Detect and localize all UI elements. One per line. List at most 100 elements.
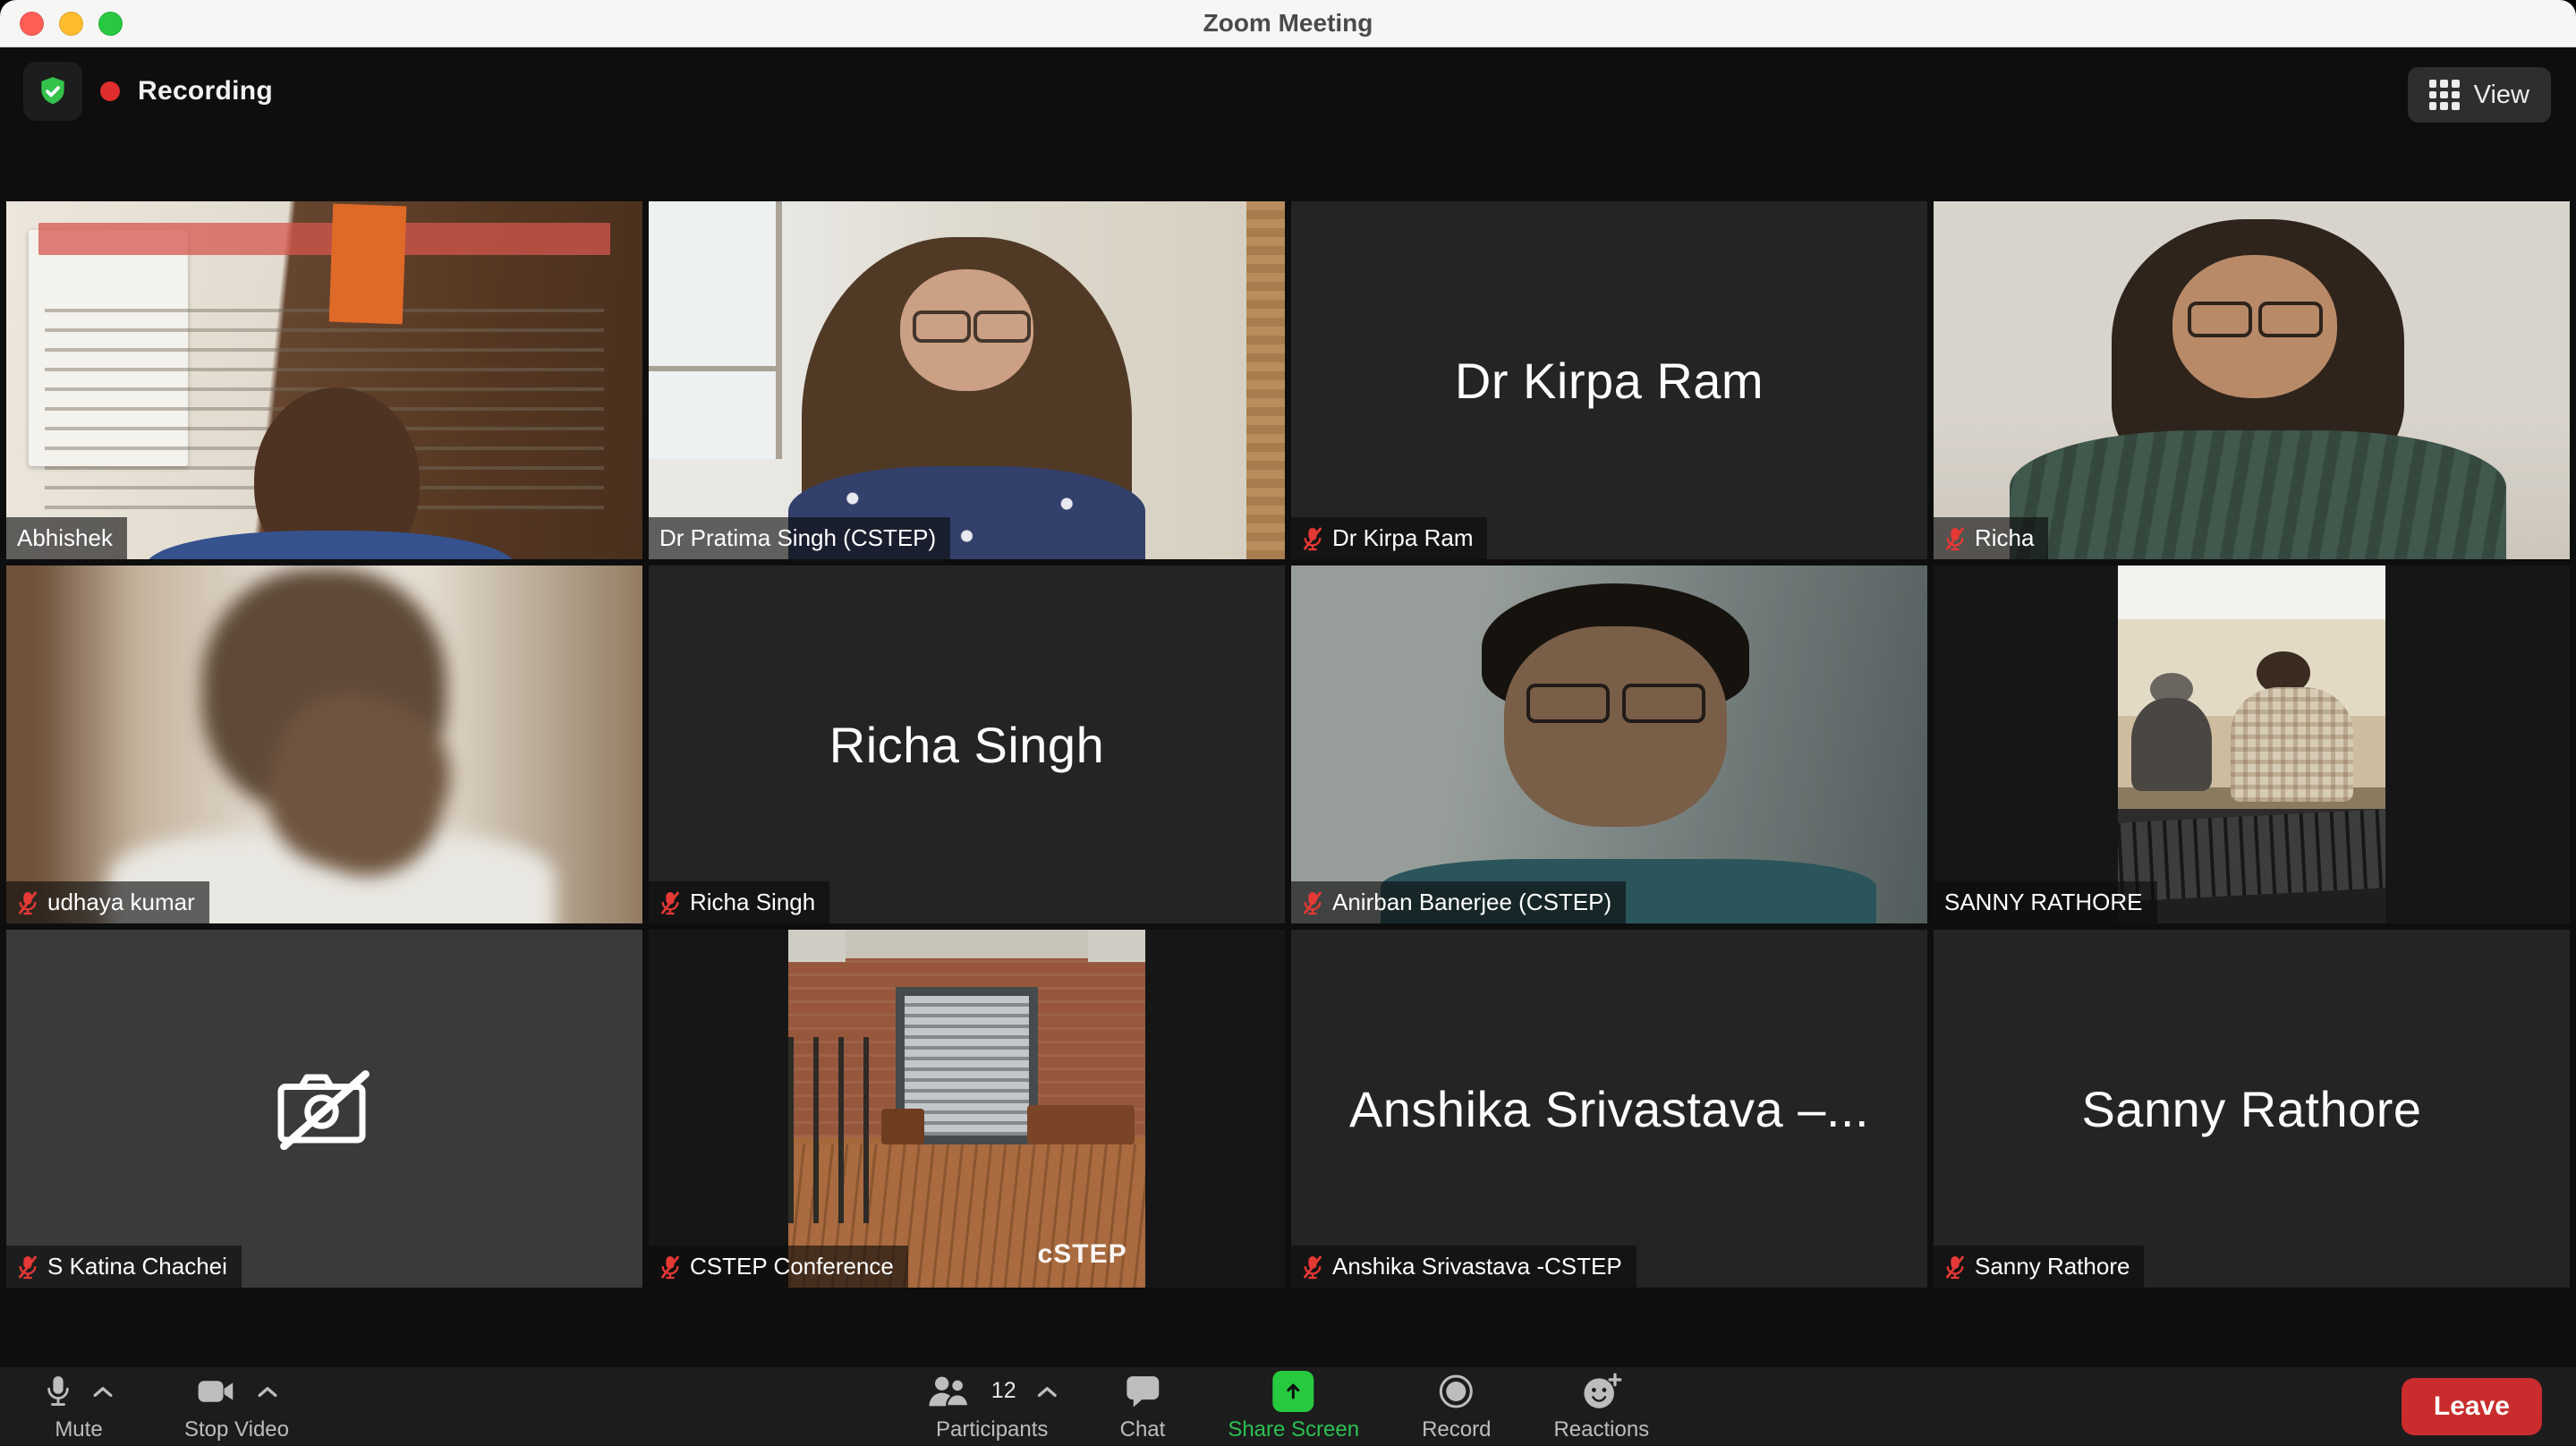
muted-mic-icon (1302, 890, 1323, 915)
muted-mic-icon (659, 890, 681, 915)
chat-button[interactable]: Chat (1101, 1372, 1186, 1442)
close-window-button[interactable] (20, 12, 44, 36)
glasses-right-lens (2258, 302, 2323, 337)
chevron-up-icon[interactable] (1038, 1385, 1058, 1398)
glasses-left-lens (913, 310, 971, 343)
video-feed (2118, 566, 2385, 923)
name-tag-text: S Katina Chachei (47, 1254, 227, 1280)
recording-dot-icon (100, 81, 120, 101)
reactions-label: Reactions (1553, 1417, 1649, 1442)
participant-tile-anshika[interactable]: Anshika Srivastava –... Anshika Srivasta… (1291, 930, 1927, 1288)
chat-label: Chat (1120, 1417, 1166, 1442)
participant-tile-abhishek[interactable]: Abhishek (6, 201, 642, 559)
participant-tile-richa-singh[interactable]: Richa Singh Richa Singh (649, 566, 1285, 923)
name-tag-text: Dr Pratima Singh (CSTEP) (659, 525, 936, 551)
participants-button[interactable]: 12 Participants (907, 1372, 1077, 1442)
camera-off-icon (275, 1067, 375, 1150)
meeting-controls: 12 Participants Chat Share Screen (907, 1367, 1669, 1446)
sky-corner-right (1088, 930, 1145, 962)
shield-check-icon (36, 74, 70, 108)
orange-box (328, 204, 405, 325)
person-sweater (2010, 430, 2506, 559)
participants-count: 12 (991, 1378, 1016, 1404)
keyboard (2118, 809, 2385, 903)
bench-right (1027, 1105, 1134, 1144)
meeting-header: Recording View (0, 47, 2576, 201)
video-feed: cSTEP (788, 930, 1144, 1288)
participant-tile-anirban[interactable]: Anirban Banerjee (CSTEP) (1291, 566, 1927, 923)
view-button[interactable]: View (2408, 67, 2551, 123)
display-name: Dr Kirpa Ram (1291, 201, 1927, 559)
mute-button[interactable]: Mute (25, 1372, 132, 1442)
zoom-meeting-window: Zoom Meeting Recording View (0, 0, 2576, 1446)
name-tag: Anirban Banerjee (CSTEP) (1291, 881, 1626, 923)
meeting-toolbar: Mute Stop Video 12 Participants (0, 1367, 2576, 1446)
mute-label: Mute (55, 1417, 102, 1442)
muted-mic-icon (1302, 1255, 1323, 1280)
bamboo-blind (1246, 201, 1285, 559)
name-tag: S Katina Chachei (6, 1246, 242, 1288)
video-feed (6, 201, 642, 559)
name-tag-text: Richa Singh (690, 889, 815, 915)
recording-label: Recording (138, 76, 273, 106)
chevron-up-icon[interactable] (258, 1385, 277, 1398)
fullscreen-window-button[interactable] (98, 12, 123, 36)
scene-shade (1291, 566, 1927, 923)
cstep-logo-watermark: cSTEP (1038, 1239, 1127, 1270)
reactions-smiley-icon (1581, 1373, 1622, 1410)
traffic-lights (20, 12, 123, 36)
blurred-scene (6, 566, 642, 923)
name-tag: Sanny Rathore (1934, 1246, 2144, 1288)
window-bar (649, 366, 776, 371)
chevron-up-icon[interactable] (93, 1385, 113, 1398)
reactions-button[interactable]: Reactions (1534, 1372, 1669, 1442)
name-tag: Dr Kirpa Ram (1291, 517, 1487, 559)
muted-mic-icon (659, 1255, 681, 1280)
record-button[interactable]: Record (1402, 1372, 1510, 1442)
stop-video-button[interactable]: Stop Video (165, 1372, 309, 1442)
railing (788, 1037, 874, 1223)
share-screen-icon (1273, 1371, 1314, 1412)
share-screen-label: Share Screen (1228, 1417, 1359, 1442)
calendar-header (38, 223, 611, 255)
name-tag: Richa Singh (649, 881, 829, 923)
minimize-window-button[interactable] (59, 12, 83, 36)
name-tag-text: Anirban Banerjee (CSTEP) (1332, 889, 1611, 915)
muted-mic-icon (1944, 1255, 1966, 1280)
share-screen-button[interactable]: Share Screen (1208, 1372, 1379, 1442)
name-tag: CSTEP Conference (649, 1246, 908, 1288)
security-shield-button[interactable] (23, 62, 82, 121)
name-tag: udhaya kumar (6, 881, 209, 923)
participant-tile-sanny-caps[interactable]: SANNY RATHORE (1934, 566, 2570, 923)
muted-mic-icon (1944, 526, 1966, 551)
glasses-right-lens (973, 310, 1032, 343)
participant-tile-kirpa[interactable]: Dr Kirpa Ram Dr Kirpa Ram (1291, 201, 1927, 559)
name-tag: Dr Pratima Singh (CSTEP) (649, 517, 950, 559)
window-title: Zoom Meeting (0, 9, 2576, 38)
participant-tile-sanny[interactable]: Sanny Rathore Sanny Rathore (1934, 930, 2570, 1288)
muted-mic-icon (17, 890, 38, 915)
person-left-body (2131, 698, 2212, 791)
name-tag-text: Anshika Srivastava -CSTEP (1332, 1254, 1622, 1280)
titlebar: Zoom Meeting (0, 0, 2576, 47)
participant-tile-cstep-conference[interactable]: cSTEP CSTEP Conference (649, 930, 1285, 1288)
participant-tile-katina[interactable]: S Katina Chachei (6, 930, 642, 1288)
bench-left (881, 1109, 924, 1144)
participant-tile-udhaya[interactable]: udhaya kumar (6, 566, 642, 923)
name-tag-text: CSTEP Conference (690, 1254, 894, 1280)
video-grid: Abhishek Dr Pratima Singh (CSTEP) Dr K (6, 201, 2570, 1288)
video-feed (6, 566, 642, 923)
name-tag-text: SANNY RATHORE (1944, 889, 2143, 915)
sky-corner-left (788, 930, 846, 962)
audio-video-controls: Mute Stop Video (25, 1372, 309, 1442)
chat-bubble-icon (1126, 1375, 1160, 1408)
name-tag: Abhishek (6, 517, 127, 559)
window-frame (649, 201, 782, 459)
display-name: Richa Singh (649, 566, 1285, 923)
name-tag-text: Abhishek (17, 525, 113, 551)
participant-tile-richa[interactable]: Richa (1934, 201, 2570, 559)
portrait-video: cSTEP (788, 930, 1144, 1288)
leave-button[interactable]: Leave (2402, 1378, 2542, 1435)
participant-tile-pratima[interactable]: Dr Pratima Singh (CSTEP) (649, 201, 1285, 559)
muted-mic-icon (17, 1255, 38, 1280)
